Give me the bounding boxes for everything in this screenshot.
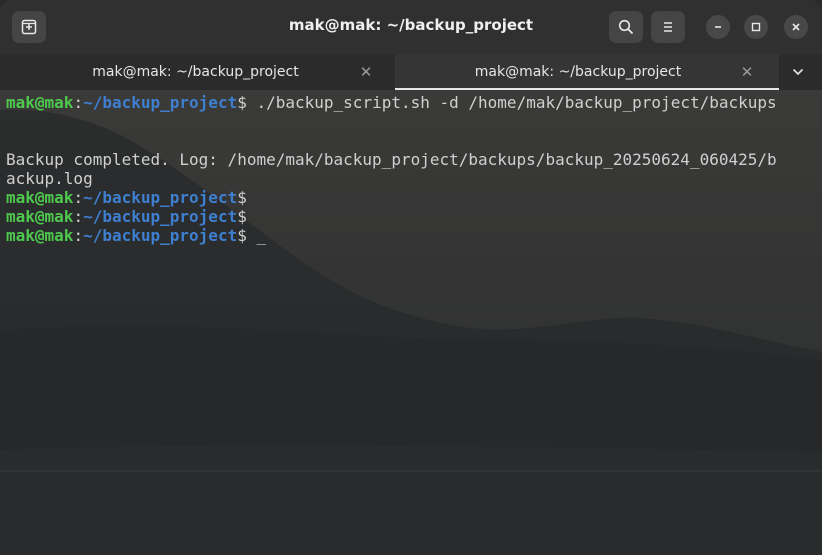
maximize-icon [751, 22, 761, 32]
prompt-user: mak@mak [6, 226, 74, 245]
header-bar: mak@mak: ~/backup_project [0, 0, 822, 54]
prompt-path: ~/backup_project [83, 226, 238, 245]
prompt-symbol: $ [237, 93, 247, 112]
terminal-line: mak@mak:~/backup_project$ [6, 207, 818, 226]
prompt-separator: : [73, 93, 84, 112]
prompt-user: mak@mak [6, 207, 74, 226]
search-button[interactable] [609, 11, 643, 43]
minimize-icon [715, 26, 721, 28]
terminal-window: mak@mak: ~/backup_project mak@mak: ~/bac… [0, 0, 822, 555]
main-menu-button[interactable] [651, 11, 685, 43]
prompt-separator: : [73, 188, 84, 207]
window-title: mak@mak: ~/backup_project [288, 16, 534, 34]
output-text: Backup completed. Log: /home/mak/backup_… [6, 150, 777, 169]
prompt-symbol: $ [237, 188, 247, 207]
prompt-user: mak@mak [6, 188, 74, 207]
command-text: ./backup_script.sh -d /home/mak/backup_p… [246, 93, 777, 112]
terminal-line: mak@mak:~/backup_project$ _ [6, 226, 818, 245]
maximize-button[interactable] [744, 15, 768, 39]
tab-bar: mak@mak: ~/backup_project ✕ mak@mak: ~/b… [0, 54, 822, 90]
chevron-down-icon [792, 68, 804, 76]
tab-close-button[interactable]: ✕ [738, 63, 756, 81]
prompt-path: ~/backup_project [83, 93, 238, 112]
minimize-button[interactable] [706, 15, 730, 39]
prompt-separator: : [73, 207, 84, 226]
text-cursor: _ [256, 226, 267, 245]
terminal-line: Backup completed. Log: /home/mak/backup_… [6, 150, 818, 169]
terminal-line: mak@mak:~/backup_project$ [6, 188, 818, 207]
tab-close-icon: ✕ [740, 63, 754, 81]
tab-1[interactable]: mak@mak: ~/backup_project ✕ [0, 54, 395, 90]
tab-label: mak@mak: ~/backup_project [474, 64, 682, 80]
search-icon [618, 19, 634, 35]
tab-2[interactable]: mak@mak: ~/backup_project ✕ [395, 54, 779, 90]
prompt-user: mak@mak [6, 93, 74, 112]
prompt-symbol: $ [237, 226, 247, 245]
prompt-path: ~/backup_project [83, 188, 238, 207]
hamburger-menu-icon [664, 22, 672, 32]
tab-close-button[interactable]: ✕ [357, 63, 375, 81]
tab-list-button[interactable] [788, 62, 808, 82]
terminal-line: mak@mak:~/backup_project$ ./backup_scrip… [6, 93, 818, 112]
terminal-line: ackup.log [6, 169, 818, 188]
tab-label: mak@mak: ~/backup_project [92, 64, 299, 80]
prompt-separator: : [73, 226, 84, 245]
output-text: ackup.log [6, 169, 93, 188]
terminal-view[interactable]: mak@mak:~/backup_project$ ./backup_scrip… [0, 90, 822, 555]
close-icon [792, 23, 800, 31]
prompt-path: ~/backup_project [83, 207, 238, 226]
prompt-symbol: $ [237, 207, 247, 226]
terminal-output: mak@mak:~/backup_project$ ./backup_scrip… [6, 93, 818, 245]
tab-close-icon: ✕ [359, 63, 373, 81]
close-button[interactable] [784, 15, 808, 39]
